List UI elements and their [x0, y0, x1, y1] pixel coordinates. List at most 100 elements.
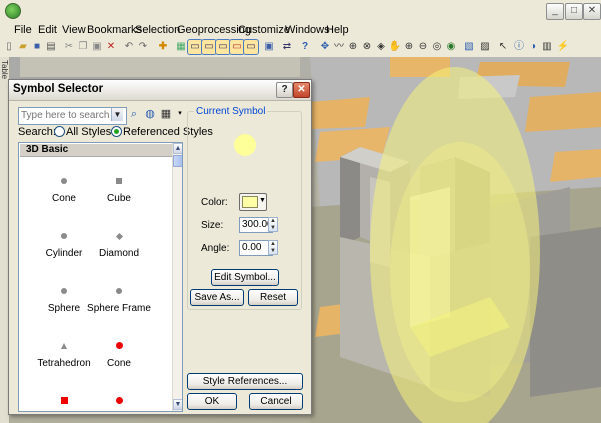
search-icon[interactable]: ⌕	[127, 107, 141, 121]
select-elements-icon[interactable]: ↖	[496, 40, 510, 54]
sphere-frame-symbol-icon	[84, 285, 154, 299]
zoom-in-icon[interactable]: ⊕	[402, 40, 416, 54]
open-folder-icon[interactable]: ▰	[16, 40, 30, 54]
find-icon[interactable]: ◑	[526, 40, 540, 54]
size-stepper[interactable]: ▲ ▼	[268, 217, 278, 232]
symbol-cube[interactable]: Cube	[84, 175, 154, 204]
color-label: Color:	[201, 197, 228, 208]
symbol-list-scrollbar[interactable]: ▲ ▼	[172, 143, 182, 411]
delete-icon[interactable]: ✕	[104, 40, 118, 54]
symbol-red-cone[interactable]: Cone	[84, 340, 154, 369]
menu-bookmarks[interactable]: Bookmarks	[87, 24, 142, 36]
zoom-out-icon[interactable]: ⊖	[416, 40, 430, 54]
narrow-fov-icon[interactable]: ◎	[430, 40, 444, 54]
undo-icon[interactable]: ↶	[122, 40, 136, 54]
scroll-down-button[interactable]: ▼	[173, 399, 182, 410]
style-references-button[interactable]: Style References...	[187, 373, 303, 390]
menu-help[interactable]: Help	[326, 24, 349, 36]
pan-icon[interactable]: ✋	[388, 40, 402, 54]
print-icon[interactable]: ▤	[44, 40, 58, 54]
toc-icon[interactable]: ▭	[215, 39, 231, 55]
all-styles-radio[interactable]	[54, 126, 65, 137]
category-header: 3D Basic	[20, 144, 177, 157]
red-sphere-symbol-icon	[84, 395, 154, 409]
symbol-label: Tetrahedron	[37, 358, 91, 369]
symbol-list[interactable]: 3D Basic Cone Cube Cylinder Diamond Sphe…	[18, 142, 183, 412]
search-window-icon[interactable]: ▭	[229, 39, 245, 55]
search-options-icon[interactable]: ◍	[143, 107, 157, 121]
symbol-label: Cone	[52, 193, 76, 204]
navigate-icon[interactable]: ✥	[318, 40, 332, 54]
symbol-diamond[interactable]: Diamond	[84, 230, 154, 259]
angle-stepper[interactable]: ▲ ▼	[268, 240, 278, 255]
view-options-icon[interactable]: ▦	[159, 107, 173, 121]
chevron-down-icon[interactable]: ▾	[173, 107, 187, 121]
red-cone-symbol-icon	[84, 340, 154, 354]
cut-icon[interactable]: ✂	[62, 40, 76, 54]
save-as-button[interactable]: Save As...	[190, 289, 244, 306]
referenced-styles-radio[interactable]	[111, 126, 122, 137]
scrollbar-thumb[interactable]	[173, 155, 182, 167]
cancel-button[interactable]: Cancel	[249, 393, 303, 410]
menu-file[interactable]: File	[14, 24, 32, 36]
menu-view[interactable]: View	[62, 24, 86, 36]
globe-icon	[5, 3, 21, 19]
set-observer-icon[interactable]: ◈	[374, 40, 388, 54]
scale-icon[interactable]: ▦	[174, 40, 188, 54]
scroll-up-button[interactable]: ▲	[173, 143, 182, 154]
dialog-title-bar[interactable]: Symbol Selector ? ✕	[9, 80, 311, 101]
symbol-label: Cube	[107, 193, 131, 204]
measure-icon[interactable]: ▥	[540, 40, 554, 54]
yellow-sphere-symbol	[370, 67, 540, 423]
symbol-label: Sphere Frame	[87, 303, 151, 314]
close-window-button[interactable]: ✕	[583, 3, 601, 20]
menu-selection[interactable]: Selection	[135, 24, 180, 36]
new-document-icon[interactable]: ▯	[2, 40, 16, 54]
paste-icon[interactable]: ▣	[90, 40, 104, 54]
clear-selection-icon[interactable]: ▨	[478, 40, 492, 54]
select-features-icon[interactable]: ▧	[462, 40, 476, 54]
menu-bar: File Edit View Bookmarks Selection Geopr…	[0, 22, 601, 39]
title-bar: _ □ ✕	[0, 0, 601, 22]
menu-windows[interactable]: Windows	[285, 24, 330, 36]
center-target-icon[interactable]: ⊕	[346, 40, 360, 54]
close-dialog-button[interactable]: ✕	[293, 82, 310, 98]
menu-customize[interactable]: Customize	[238, 24, 290, 36]
zoom-target-icon[interactable]: ⊗	[360, 40, 374, 54]
all-styles-label[interactable]: All Styles	[66, 126, 111, 138]
copy-icon[interactable]: ❐	[76, 40, 90, 54]
chevron-down-icon[interactable]: ▼	[259, 197, 266, 204]
full-extent-icon[interactable]: ◉	[444, 40, 458, 54]
help-button[interactable]: ?	[276, 82, 293, 98]
hyperlink-icon[interactable]: ⚡	[556, 40, 570, 54]
color-swatch[interactable]	[242, 196, 258, 208]
catalog-icon[interactable]: ▭	[201, 39, 217, 55]
redo-icon[interactable]: ↷	[136, 40, 150, 54]
search-scope-label: Search:	[18, 126, 56, 138]
symbol-preview	[234, 134, 256, 156]
symbol-label: Cone	[107, 358, 131, 369]
diamond-symbol-icon	[84, 230, 154, 244]
symbol-label: Diamond	[98, 248, 140, 259]
table-tab-label[interactable]: Table	[0, 60, 9, 79]
symbol-sphere-frame[interactable]: Sphere Frame	[84, 285, 154, 314]
maximize-button[interactable]: □	[565, 3, 583, 20]
whats-this-icon[interactable]: ?	[298, 40, 312, 54]
fly-icon[interactable]: 〰	[332, 40, 346, 54]
add-data-icon[interactable]: ✚	[156, 40, 170, 54]
menu-edit[interactable]: Edit	[38, 24, 57, 36]
search-dropdown-button[interactable]: ▼	[111, 108, 123, 121]
minimize-button[interactable]: _	[546, 3, 564, 20]
layout-view-icon[interactable]: ▭	[187, 39, 203, 55]
symbol-selector-dialog: Symbol Selector ? ✕ ▼ ⌕ ◍ ▦ ▾ Search: Al…	[8, 79, 312, 415]
edit-symbol-button[interactable]: Edit Symbol...	[211, 269, 279, 286]
symbol-red-sphere[interactable]	[84, 395, 154, 411]
model-builder-icon[interactable]: ⇄	[280, 40, 294, 54]
python-window-icon[interactable]: ▣	[262, 40, 276, 54]
save-icon[interactable]: ■	[30, 40, 44, 54]
arctoolbox-icon[interactable]: ▭	[243, 39, 259, 55]
reset-button[interactable]: Reset	[248, 289, 298, 306]
ok-button[interactable]: OK	[187, 393, 237, 410]
identify-icon[interactable]: ⓘ	[512, 40, 526, 54]
toolbar: ▯ ▰ ■ ▤ ✂ ❐ ▣ ✕ ↶ ↷ ✚ ▦ ▭ ▭ ▭ ▭ ▭ ▣ ⇄ ? …	[0, 39, 601, 58]
